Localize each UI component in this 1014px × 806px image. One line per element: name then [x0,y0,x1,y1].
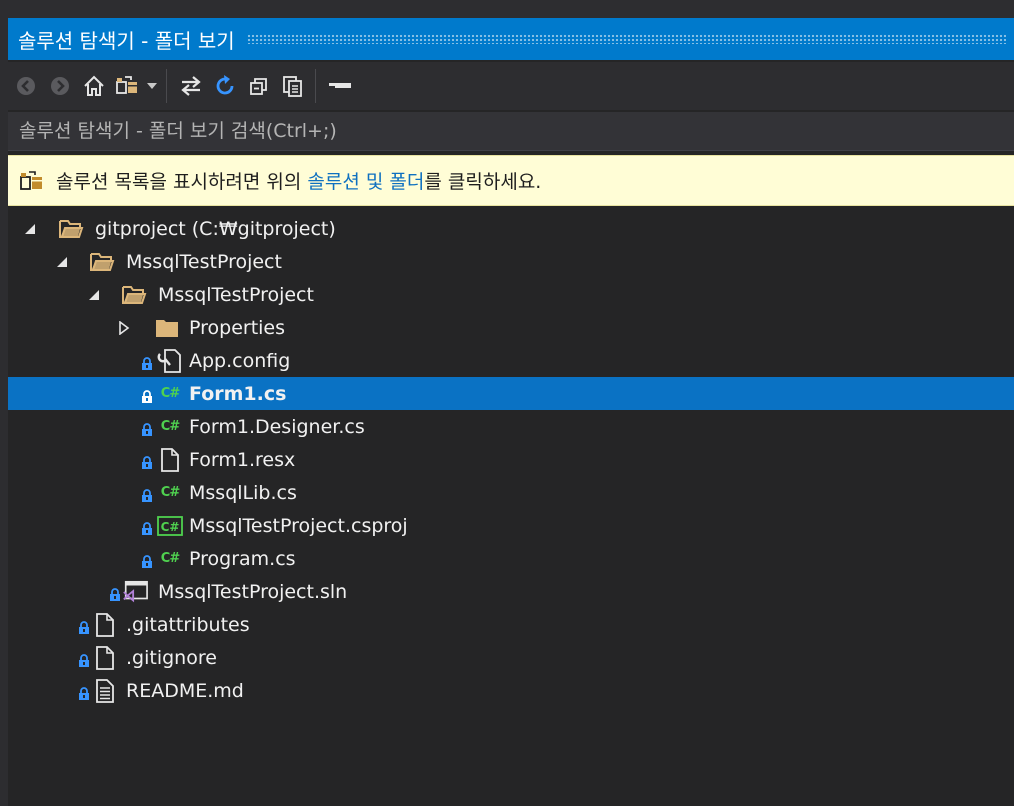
title-bar[interactable]: 솔루션 탐색기 - 폴더 보기 [8,18,1014,60]
switch-views-icon[interactable] [112,70,144,102]
tree-item-mssqllib-cs[interactable]: C# MssqlLib.cs [8,476,1014,509]
csproj-icon: C# [157,514,183,538]
tree-item-gitattributes[interactable]: .gitattributes [8,608,1014,641]
lock-icon [141,420,153,436]
tree-item-form1-designer-cs[interactable]: C# Form1.Designer.cs [8,410,1014,443]
solution-and-folders-link[interactable]: 솔루션 및 폴더 [307,167,424,194]
lock-icon [78,618,90,634]
tree-item-program-cs[interactable]: C# Program.cs [8,542,1014,575]
folder-icon [154,316,180,340]
lock-icon [109,585,121,601]
forward-icon[interactable] [44,70,76,102]
solution-icon [122,580,148,604]
tree-item-gitproject[interactable]: gitproject (C:₩gitproject) [8,212,1014,245]
expanded-arrow-icon[interactable] [22,221,38,237]
window-title: 솔루션 탐색기 - 폴더 보기 [18,28,235,53]
folder-open-icon [58,217,84,241]
tree-item-label: App.config [189,349,291,372]
tree-item-app-config[interactable]: App.config [8,344,1014,377]
dropdown-icon[interactable] [144,70,160,102]
tree-item-label: Form1.Designer.cs [189,415,365,438]
search-box[interactable] [8,112,1014,151]
tree-item-gitignore[interactable]: .gitignore [8,641,1014,674]
lock-icon [141,387,153,403]
tree-item-label: Program.cs [189,547,296,570]
tree-item-mssqltestproject-folder[interactable]: MssqlTestProject [8,245,1014,278]
lock-icon [141,453,153,469]
tree-item-solution[interactable]: MssqlTestProject.sln [8,575,1014,608]
switch-views-icon [20,169,44,193]
back-icon[interactable] [10,70,42,102]
tree-item-mssqltestproject-project[interactable]: MssqlTestProject [8,278,1014,311]
tree-item-label: MssqlTestProject [126,250,282,273]
drag-grip[interactable] [246,34,1006,44]
tree-item-label: MssqlLib.cs [189,481,297,504]
expanded-arrow-icon[interactable] [86,287,102,303]
info-text-suffix: 를 클릭하세요. [424,171,542,193]
tree-item-readme[interactable]: README.md [8,674,1014,707]
tree-item-properties[interactable]: Properties [8,311,1014,344]
file-icon [92,645,118,670]
text-file-icon [92,678,118,703]
collapse-all-icon[interactable] [243,70,275,102]
collapsed-arrow-icon[interactable] [116,320,132,336]
folder-open-icon [121,283,147,307]
lock-icon [78,651,90,667]
properties-icon[interactable] [324,70,356,102]
show-all-files-icon[interactable] [277,70,309,102]
svg-text:C#: C# [161,520,180,534]
tree-item-form1-resx[interactable]: Form1.resx [8,443,1014,476]
solution-explorer-panel: 솔루션 탐색기 - 폴더 보기 솔루션 탐색기 - 폴더 보기 검색(Ctrl+… [8,18,1014,806]
tree-item-label: MssqlTestProject [158,283,314,306]
tree-item-form1-cs[interactable]: C# Form1.cs [8,377,1014,410]
window-background: 솔루션 탐색기 - 폴더 보기 솔루션 탐색기 - 폴더 보기 검색(Ctrl+… [0,0,1014,806]
lock-icon [141,486,153,502]
home-icon[interactable] [78,70,110,102]
lock-icon [78,684,90,700]
toolbar [8,62,1014,110]
refresh-icon[interactable] [209,70,241,102]
file-icon [92,612,118,637]
toolbar-separator [315,69,316,103]
tree-item-label: MssqlTestProject.csproj [189,514,408,537]
csharp-icon: C# [160,419,180,434]
csharp-icon: C# [160,485,180,500]
search-input[interactable] [8,119,1001,143]
tree-item-label: .gitignore [126,646,217,669]
file-icon [157,447,183,472]
sync-icon[interactable] [175,70,207,102]
tree-item-label: Properties [189,316,286,339]
config-file-icon [157,348,183,373]
tree-item-label: gitproject (C:₩gitproject) [95,217,336,240]
info-bar: 솔루션 목록을 표시하려면 위의 솔루션 및 폴더 를 클릭하세요. [8,155,1014,206]
tree-item-label: Form1.resx [189,448,296,471]
tree-item-label: Form1.cs [189,382,287,405]
tree-item-label: MssqlTestProject.sln [158,580,348,603]
info-text-prefix: 솔루션 목록을 표시하려면 위의 [56,171,308,193]
csharp-icon: C# [160,551,180,566]
lock-icon [141,519,153,535]
folder-open-icon [89,250,115,274]
tree-item-label: .gitattributes [126,613,250,636]
tree-item-label: README.md [126,679,244,702]
expanded-arrow-icon[interactable] [54,254,70,270]
lock-icon [141,552,153,568]
csharp-icon: C# [160,386,180,401]
toolbar-separator [166,69,167,103]
tree-item-csproj[interactable]: C# MssqlTestProject.csproj [8,509,1014,542]
lock-icon [141,354,153,370]
